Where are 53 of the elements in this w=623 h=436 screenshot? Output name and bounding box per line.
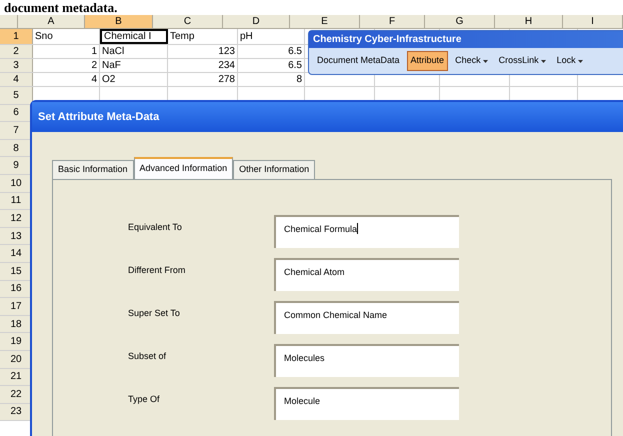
- table-cell: 2: [33, 59, 100, 72]
- row-header[interactable]: 12: [0, 210, 33, 227]
- toolbar-button[interactable]: Lock: [552, 51, 587, 71]
- field-label: Type Of: [128, 393, 161, 406]
- caret-icon: [540, 60, 546, 62]
- row-header[interactable]: 17: [0, 298, 33, 315]
- caption: document metadata.: [3, 0, 118, 15]
- toolbar-button[interactable]: Attribute: [406, 51, 448, 71]
- table-cell: Sno: [33, 29, 100, 44]
- field-label: Subset of: [128, 350, 168, 363]
- row-header[interactable]: 4: [0, 73, 33, 86]
- table-cell: Temp: [168, 29, 238, 44]
- row-header[interactable]: 22: [0, 386, 33, 403]
- tab[interactable]: Other Information: [233, 160, 316, 179]
- field-label: Equivalent To: [128, 221, 183, 234]
- table-cell: 234: [168, 59, 238, 72]
- row-header[interactable]: 5: [0, 87, 33, 104]
- table-cell: O2: [100, 73, 168, 86]
- tab[interactable]: Advanced Information: [134, 157, 234, 179]
- table-cell: 6.5: [238, 45, 305, 58]
- text-field[interactable]: Chemical Formula: [274, 215, 459, 248]
- table-cell: 8: [238, 73, 305, 86]
- column-header[interactable]: B: [85, 15, 153, 28]
- table-cell: 278: [168, 73, 238, 86]
- row-header[interactable]: 3: [0, 59, 33, 72]
- table-cell: NaCl: [100, 45, 168, 58]
- table-cell: Chemical I: [100, 29, 168, 44]
- text-field[interactable]: Molecule: [274, 387, 459, 420]
- row-header[interactable]: 1: [0, 29, 33, 44]
- text-field[interactable]: Molecules: [274, 344, 459, 377]
- row-header[interactable]: 2: [0, 45, 33, 58]
- table-cell: 4: [33, 73, 100, 86]
- caret-icon: [482, 60, 488, 62]
- field-label: Different From: [128, 264, 186, 277]
- table-cell: NaF: [100, 59, 168, 72]
- tab[interactable]: Basic Information: [52, 160, 134, 179]
- text-field[interactable]: Common Chemical Name: [274, 301, 459, 334]
- row-header[interactable]: 14: [0, 245, 33, 262]
- table-cell: 6.5: [238, 59, 305, 72]
- table-cell: 1: [33, 45, 100, 58]
- toolbar-button[interactable]: CrossLink: [494, 51, 550, 71]
- toolbar-title: Chemistry Cyber-Infrastructure: [309, 31, 623, 48]
- toolbar-button[interactable]: Document MetaData: [313, 51, 404, 71]
- row-header[interactable]: 19: [0, 333, 33, 350]
- field-label: Super Set To: [128, 307, 181, 320]
- toolbar-button[interactable]: Check: [451, 51, 492, 71]
- table-cell: pH: [238, 29, 305, 44]
- row-header[interactable]: 9: [0, 157, 33, 174]
- row-header[interactable]: 7: [0, 122, 33, 139]
- table-cell: 123: [168, 45, 238, 58]
- caret-icon: [578, 60, 583, 62]
- dialog-title: Set Attribute Meta-Data: [32, 102, 623, 132]
- text-field[interactable]: Chemical Atom: [274, 258, 459, 291]
